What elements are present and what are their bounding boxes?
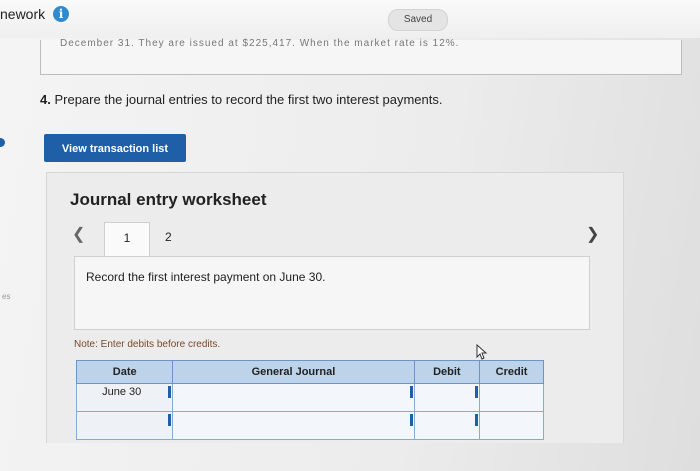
account-cell[interactable] bbox=[168, 383, 415, 412]
date-cell[interactable] bbox=[75, 411, 174, 440]
top-bar: nework i Saved bbox=[0, 0, 700, 39]
previous-question-text: December 31. They are issued at $225,417… bbox=[60, 38, 460, 49]
account-cell[interactable] bbox=[168, 411, 415, 440]
question-number: 4. bbox=[40, 92, 51, 107]
app-title: nework bbox=[0, 6, 46, 22]
debit-cell[interactable] bbox=[409, 383, 481, 412]
info-icon[interactable]: i bbox=[53, 6, 69, 22]
chevron-right-icon[interactable]: ❯ bbox=[586, 224, 599, 244]
credit-cell[interactable] bbox=[475, 411, 544, 440]
column-header-debit: Debit bbox=[413, 360, 481, 384]
mouse-cursor-icon bbox=[476, 344, 488, 360]
side-label: es bbox=[2, 292, 11, 301]
column-header-general-journal: General Journal bbox=[172, 360, 415, 384]
journal-table: Date General Journal Debit Credit June 3… bbox=[75, 360, 544, 440]
chevron-left-icon[interactable]: ❮ bbox=[72, 224, 85, 244]
page-tab-1[interactable]: 1 bbox=[104, 222, 150, 259]
worksheet-title: Journal entry worksheet bbox=[70, 190, 267, 209]
table-row bbox=[75, 411, 544, 440]
instruction-box bbox=[74, 256, 590, 330]
column-header-date: Date bbox=[75, 360, 174, 384]
credit-cell[interactable] bbox=[475, 383, 544, 412]
table-row: June 30 bbox=[75, 383, 544, 412]
question-text: Prepare the journal entries to record th… bbox=[54, 92, 443, 107]
question-prompt: 4. Prepare the journal entries to record… bbox=[40, 92, 443, 107]
date-cell[interactable]: June 30 bbox=[75, 383, 174, 412]
instruction-text: Record the first interest payment on Jun… bbox=[86, 270, 326, 284]
saved-status-badge: Saved bbox=[388, 9, 448, 31]
view-transaction-list-button[interactable]: View transaction list bbox=[44, 134, 186, 162]
page-tab-2[interactable]: 2 bbox=[165, 230, 172, 244]
note-text: Note: Enter debits before credits. bbox=[74, 339, 221, 350]
column-header-credit: Credit bbox=[479, 360, 544, 384]
debit-cell[interactable] bbox=[409, 411, 481, 440]
